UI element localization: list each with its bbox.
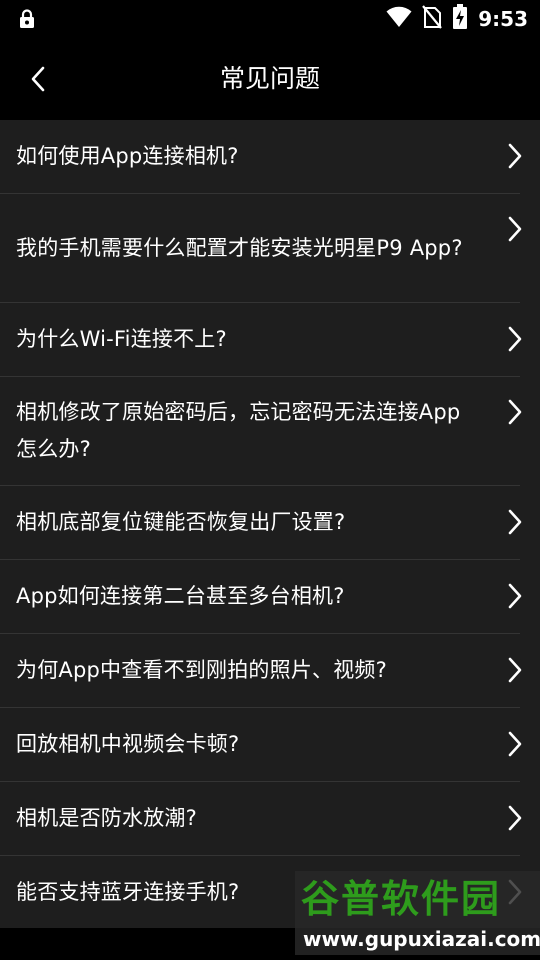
chevron-right-icon xyxy=(508,731,522,757)
wifi-icon xyxy=(386,6,412,32)
faq-item-text: 我的手机需要什么配置才能安装光明星P9 App? xyxy=(16,235,463,260)
app-bar: 常见问题 xyxy=(0,38,540,120)
faq-item-connect-camera[interactable]: 如何使用App连接相机? xyxy=(0,120,540,193)
chevron-right-icon xyxy=(508,326,522,352)
back-button[interactable] xyxy=(18,59,58,99)
chevron-right-icon xyxy=(508,583,522,609)
faq-item-text: 能否支持蓝牙连接手机? xyxy=(16,879,240,904)
faq-item-photos-missing[interactable]: 为何App中查看不到刚拍的照片、视频? xyxy=(0,634,540,707)
watermark-url: www.gupuxiazai.com xyxy=(303,927,540,951)
faq-item-text: 为什么Wi-Fi连接不上? xyxy=(16,327,227,351)
watermark-title: 谷普软件园 xyxy=(301,877,502,921)
status-time: 9:53 xyxy=(478,7,528,31)
faq-item-reset-button[interactable]: 相机底部复位键能否恢复出厂设置? xyxy=(0,486,540,559)
faq-item-text: 为何App中查看不到刚拍的照片、视频? xyxy=(16,658,387,682)
status-bar: 9:53 xyxy=(0,0,540,38)
battery-charging-icon xyxy=(452,4,468,34)
faq-item-wifi-fail[interactable]: 为什么Wi-Fi连接不上? xyxy=(0,303,540,376)
no-sim-icon xyxy=(422,5,443,33)
chevron-right-icon xyxy=(508,509,522,535)
faq-item-playback-lag[interactable]: 回放相机中视频会卡顿? xyxy=(0,708,540,781)
faq-item-waterproof[interactable]: 相机是否防水放潮? xyxy=(0,782,540,855)
faq-item-text: App如何连接第二台甚至多台相机? xyxy=(16,584,345,608)
faq-screen: 9:53 常见问题 如何使用App连接相机? 我的手机需要什么配置才能安装光明星… xyxy=(0,0,540,960)
faq-item-text: 相机底部复位键能否恢复出厂设置? xyxy=(16,510,346,534)
faq-item-text: 相机修改了原始密码后，忘记密码无法连接App怎么办? xyxy=(16,400,461,461)
faq-item-text: 相机是否防水放潮? xyxy=(16,806,197,830)
faq-item-text: 如何使用App连接相机? xyxy=(16,144,239,168)
faq-item-multiple-cameras[interactable]: App如何连接第二台甚至多台相机? xyxy=(0,560,540,633)
faq-item-text: 回放相机中视频会卡顿? xyxy=(16,732,240,756)
watermark: 谷普软件园 www.gupuxiazai.com xyxy=(295,871,540,955)
chevron-right-icon xyxy=(508,657,522,683)
chevron-left-icon xyxy=(31,66,45,92)
chevron-right-icon xyxy=(508,216,522,242)
lock-icon xyxy=(18,9,36,29)
faq-item-phone-requirements[interactable]: 我的手机需要什么配置才能安装光明星P9 App? xyxy=(0,194,540,302)
chevron-right-icon xyxy=(508,143,522,169)
chevron-right-icon xyxy=(508,399,522,425)
page-title: 常见问题 xyxy=(219,64,320,93)
status-icons: 9:53 xyxy=(386,4,528,34)
chevron-right-icon xyxy=(508,805,522,831)
faq-item-forgot-password[interactable]: 相机修改了原始密码后，忘记密码无法连接App怎么办? xyxy=(0,377,540,485)
faq-list: 如何使用App连接相机? 我的手机需要什么配置才能安装光明星P9 App? 为什… xyxy=(0,120,540,928)
